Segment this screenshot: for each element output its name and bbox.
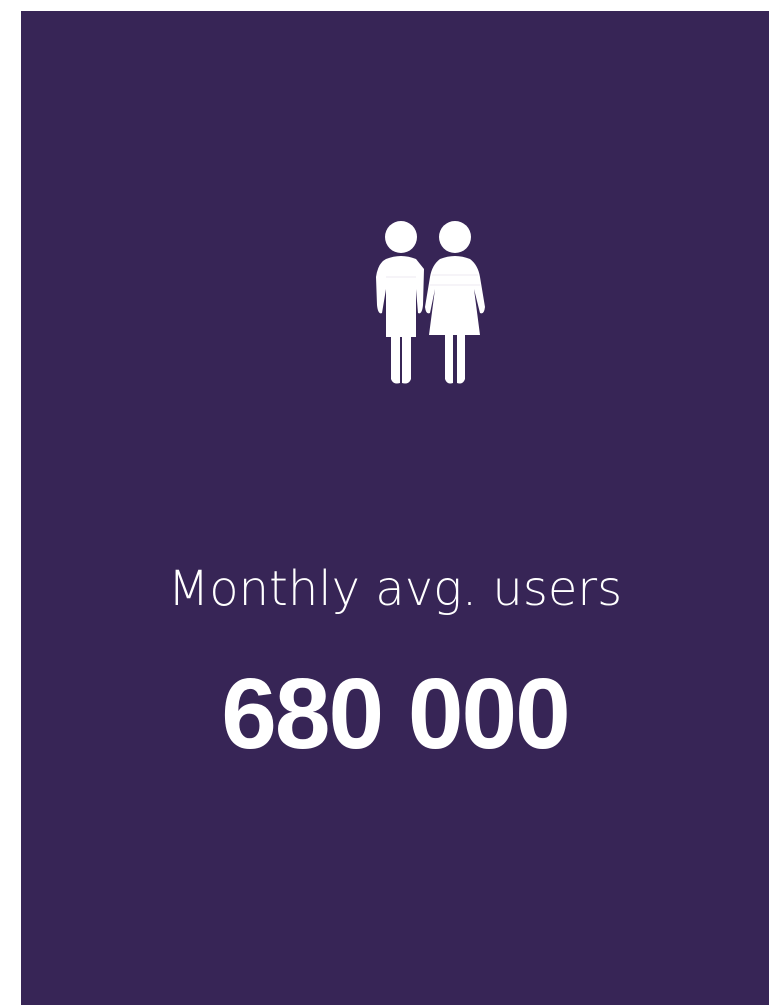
stat-value: 680 000 [221, 658, 570, 770]
stat-label: Monthly avg. users [167, 561, 623, 617]
couple-people-icon [366, 217, 490, 385]
stat-card: Monthly avg. users 680 000 [21, 11, 769, 1005]
